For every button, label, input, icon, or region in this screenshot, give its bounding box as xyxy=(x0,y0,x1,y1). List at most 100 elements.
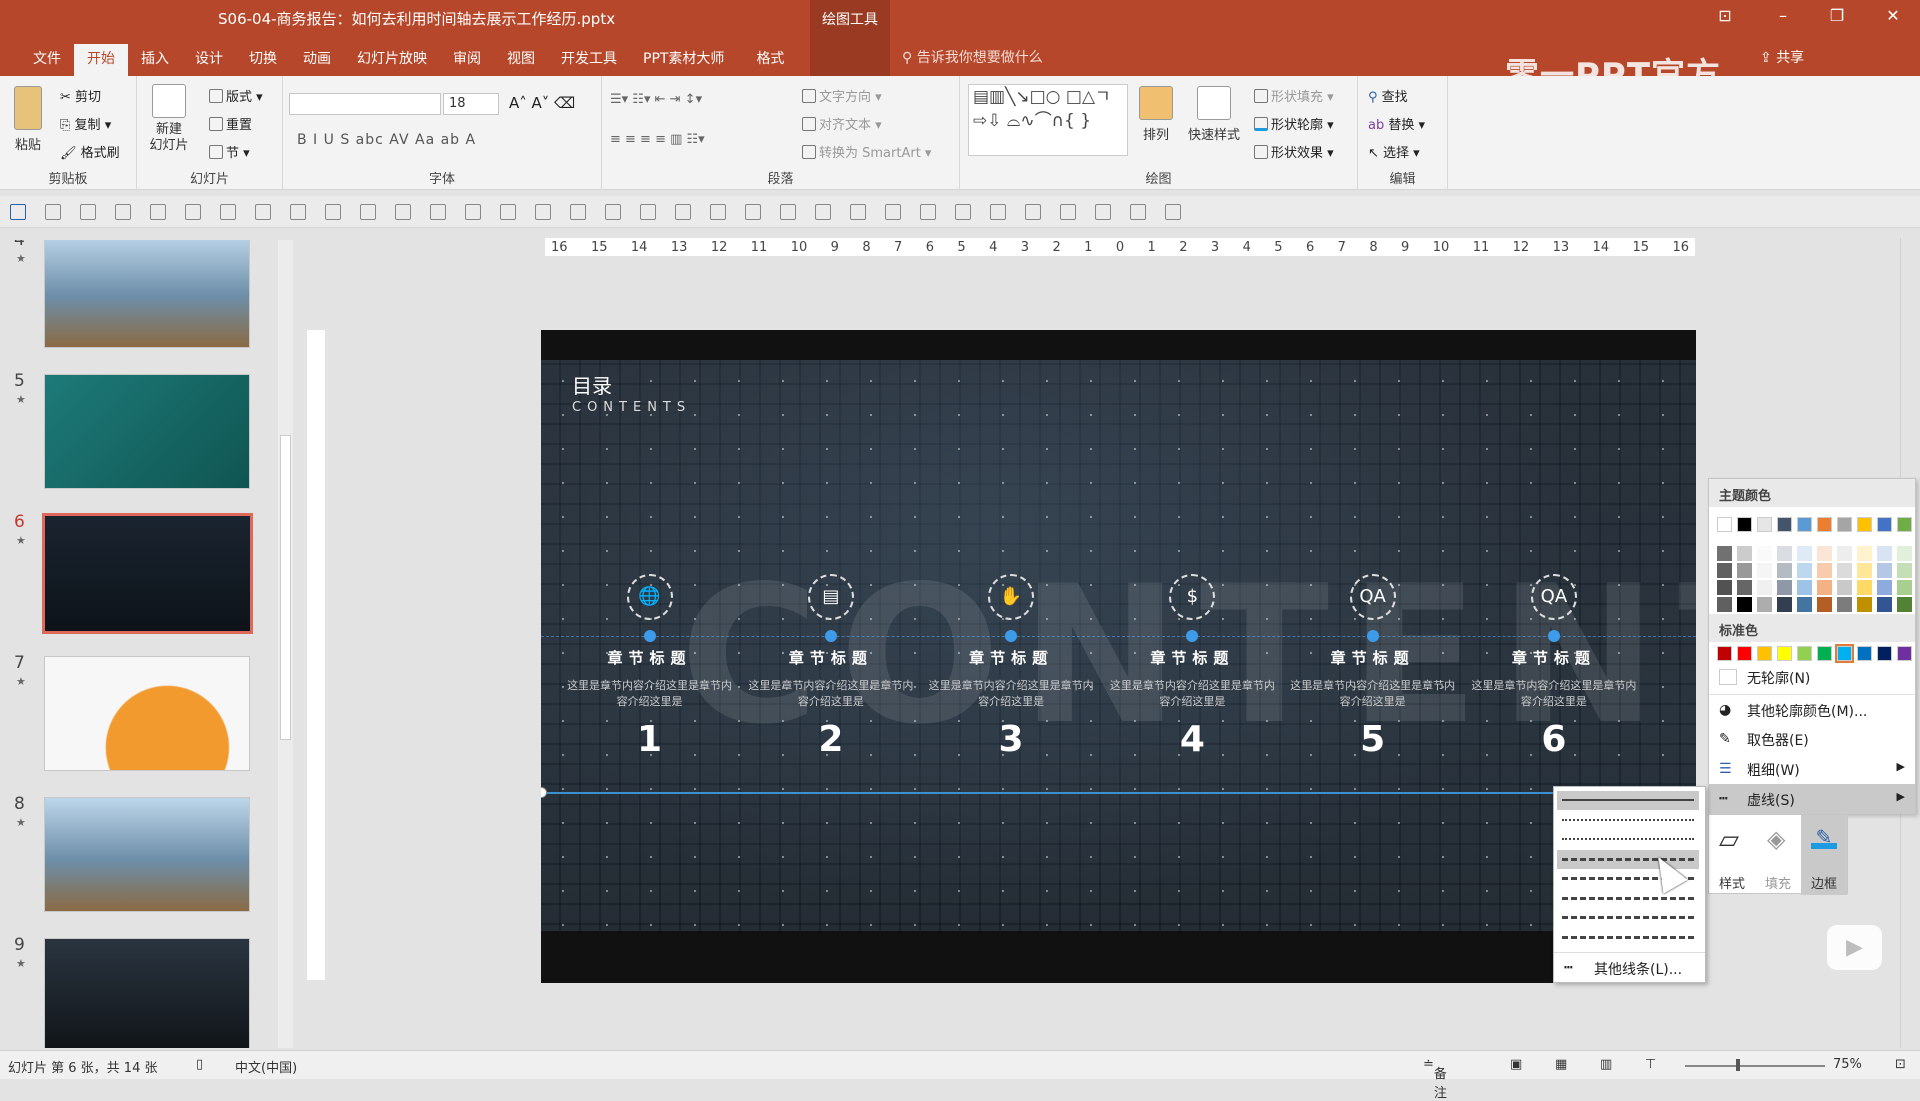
theme-color-swatch[interactable] xyxy=(1757,517,1772,532)
theme-color-swatch[interactable] xyxy=(1897,517,1912,532)
thumbnails-scrollbar[interactable] xyxy=(278,240,293,1048)
fill-button[interactable]: ◈ 填充 xyxy=(1755,815,1801,895)
theme-color-swatch[interactable] xyxy=(1837,580,1852,595)
text-direction-button[interactable]: 文字方向 ▾ xyxy=(802,86,882,105)
shape-outline-button[interactable]: 形状轮廓 ▾ xyxy=(1254,114,1334,133)
slideshow-icon[interactable]: ⊤ xyxy=(1645,1057,1656,1072)
toolbar-icon[interactable] xyxy=(395,204,411,220)
toolbar-icon[interactable] xyxy=(325,204,341,220)
timeline-item-1[interactable]: 🌐 章节标题 这里是章节内容介绍这里是章节内容介绍这里是 1 xyxy=(565,330,735,983)
ribbon-display-icon[interactable]: ⊡ xyxy=(1710,6,1740,25)
toolbar-icon[interactable] xyxy=(710,204,726,220)
toolbar-icon[interactable] xyxy=(1130,204,1146,220)
shape-fill-button[interactable]: 形状填充 ▾ xyxy=(1254,86,1334,105)
toolbar-icon[interactable] xyxy=(115,204,131,220)
toolbar-icon[interactable] xyxy=(745,204,761,220)
standard-color-swatch[interactable] xyxy=(1857,646,1872,661)
theme-color-swatch[interactable] xyxy=(1797,597,1812,612)
theme-color-swatch[interactable] xyxy=(1737,517,1752,532)
select-button[interactable]: ↖ 选择 ▾ xyxy=(1368,142,1420,161)
theme-color-swatch[interactable] xyxy=(1857,546,1872,561)
toolbar-icon[interactable] xyxy=(535,204,551,220)
toolbar-icon[interactable] xyxy=(1095,204,1111,220)
theme-color-swatch[interactable] xyxy=(1777,546,1792,561)
section-button[interactable]: 节 ▾ xyxy=(209,142,250,161)
slide-sorter-icon[interactable]: ▦ xyxy=(1555,1057,1567,1072)
standard-color-swatch[interactable] xyxy=(1777,646,1792,661)
tab-10[interactable]: PPT素材大师 xyxy=(630,44,737,77)
theme-color-swatch[interactable] xyxy=(1837,546,1852,561)
tab-5[interactable]: 动画 xyxy=(290,44,344,77)
toolbar-icon[interactable] xyxy=(885,204,901,220)
theme-color-swatch[interactable] xyxy=(1817,563,1832,578)
theme-color-swatch[interactable] xyxy=(1777,580,1792,595)
dash-style-long-dash-dot[interactable] xyxy=(1557,908,1699,927)
arrange-button[interactable]: 排列 xyxy=(1138,86,1174,143)
no-outline-item[interactable]: 无轮廓(N) xyxy=(1709,662,1915,692)
theme-color-swatch[interactable] xyxy=(1737,597,1752,612)
font-format-buttons[interactable]: B I U S abc AV Aa ab A xyxy=(297,132,476,148)
tab-1[interactable]: 开始 xyxy=(74,44,128,77)
toolbar-icon[interactable] xyxy=(955,204,971,220)
shapes-gallery[interactable]: ▤▥╲↘□○ □△ㄱ⇨⇩ ⌓∿⌒∩{ } xyxy=(968,84,1128,156)
toolbar-icon[interactable] xyxy=(815,204,831,220)
theme-color-swatch[interactable] xyxy=(1817,580,1832,595)
tab-4[interactable]: 切换 xyxy=(236,44,290,77)
normal-view-icon[interactable]: ▣ xyxy=(1510,1057,1522,1072)
standard-color-swatch[interactable] xyxy=(1877,646,1892,661)
format-painter-button[interactable]: 🖌 格式刷 xyxy=(60,142,120,161)
standard-color-swatch[interactable] xyxy=(1717,646,1732,661)
thumbnail-image[interactable] xyxy=(44,374,250,489)
toolbar-icon[interactable] xyxy=(500,204,516,220)
theme-color-swatch[interactable] xyxy=(1857,597,1872,612)
toolbar-icon[interactable] xyxy=(80,204,96,220)
theme-color-swatch[interactable] xyxy=(1797,580,1812,595)
zoom-slider[interactable] xyxy=(1685,1065,1825,1067)
theme-color-swatch[interactable] xyxy=(1857,517,1872,532)
theme-color-swatch[interactable] xyxy=(1877,517,1892,532)
thumbnail-slide-6[interactable]: 6 ★ xyxy=(0,500,285,634)
toolbar-icon[interactable] xyxy=(10,204,26,220)
align-text-button[interactable]: 对齐文本 ▾ xyxy=(802,114,882,133)
standard-color-swatch[interactable] xyxy=(1757,646,1772,661)
toolbar-icon[interactable] xyxy=(360,204,376,220)
theme-color-swatch[interactable] xyxy=(1737,580,1752,595)
toolbar-icon[interactable] xyxy=(185,204,201,220)
eyedropper-item[interactable]: ✎ 取色器(E) xyxy=(1709,724,1915,754)
standard-color-swatch[interactable] xyxy=(1835,644,1854,663)
toolbar-icon[interactable] xyxy=(850,204,866,220)
tab-7[interactable]: 审阅 xyxy=(440,44,494,77)
theme-color-swatch[interactable] xyxy=(1777,517,1792,532)
minimize-button[interactable]: – xyxy=(1768,6,1798,25)
font-size-input[interactable]: 18 xyxy=(443,93,499,115)
border-button[interactable]: ✎ 边框 xyxy=(1801,815,1847,895)
scroll-thumb[interactable] xyxy=(280,435,291,740)
theme-color-swatch[interactable] xyxy=(1817,546,1832,561)
standard-color-swatch[interactable] xyxy=(1817,646,1832,661)
theme-color-swatch[interactable] xyxy=(1737,546,1752,561)
toolbar-icon[interactable] xyxy=(290,204,306,220)
cut-button[interactable]: ✂ 剪切 xyxy=(60,86,101,105)
thumbnail-slide-7[interactable]: 7 ★ xyxy=(0,641,285,771)
theme-color-swatch[interactable] xyxy=(1897,597,1912,612)
reading-view-icon[interactable]: ▥ xyxy=(1600,1057,1612,1072)
theme-color-swatch[interactable] xyxy=(1897,563,1912,578)
theme-color-swatch[interactable] xyxy=(1817,517,1832,532)
theme-color-swatch[interactable] xyxy=(1837,597,1852,612)
theme-color-swatch[interactable] xyxy=(1877,563,1892,578)
theme-color-swatch[interactable] xyxy=(1757,580,1772,595)
paste-button[interactable]: 粘贴 xyxy=(8,86,48,153)
toolbar-icon[interactable] xyxy=(1025,204,1041,220)
copy-button[interactable]: ⎘ 复制 ▾ xyxy=(60,114,111,133)
zoom-level[interactable]: 75% xyxy=(1833,1057,1862,1072)
more-colors-item[interactable]: ◕ 其他轮廓颜色(M)... xyxy=(1709,694,1915,724)
theme-color-swatch[interactable] xyxy=(1757,563,1772,578)
theme-color-swatch[interactable] xyxy=(1877,546,1892,561)
theme-color-swatch[interactable] xyxy=(1757,546,1772,561)
theme-color-swatch[interactable] xyxy=(1837,517,1852,532)
smartart-button[interactable]: 转换为 SmartArt ▾ xyxy=(802,142,931,161)
toolbar-icon[interactable] xyxy=(45,204,61,220)
slide-canvas[interactable]: CONTENTS 目录 CONTENTS 🌐章节标题这里是章节内容介绍这里是章节… xyxy=(541,330,1696,983)
thumbnail-image[interactable] xyxy=(44,240,250,348)
toolbar-icon[interactable] xyxy=(920,204,936,220)
